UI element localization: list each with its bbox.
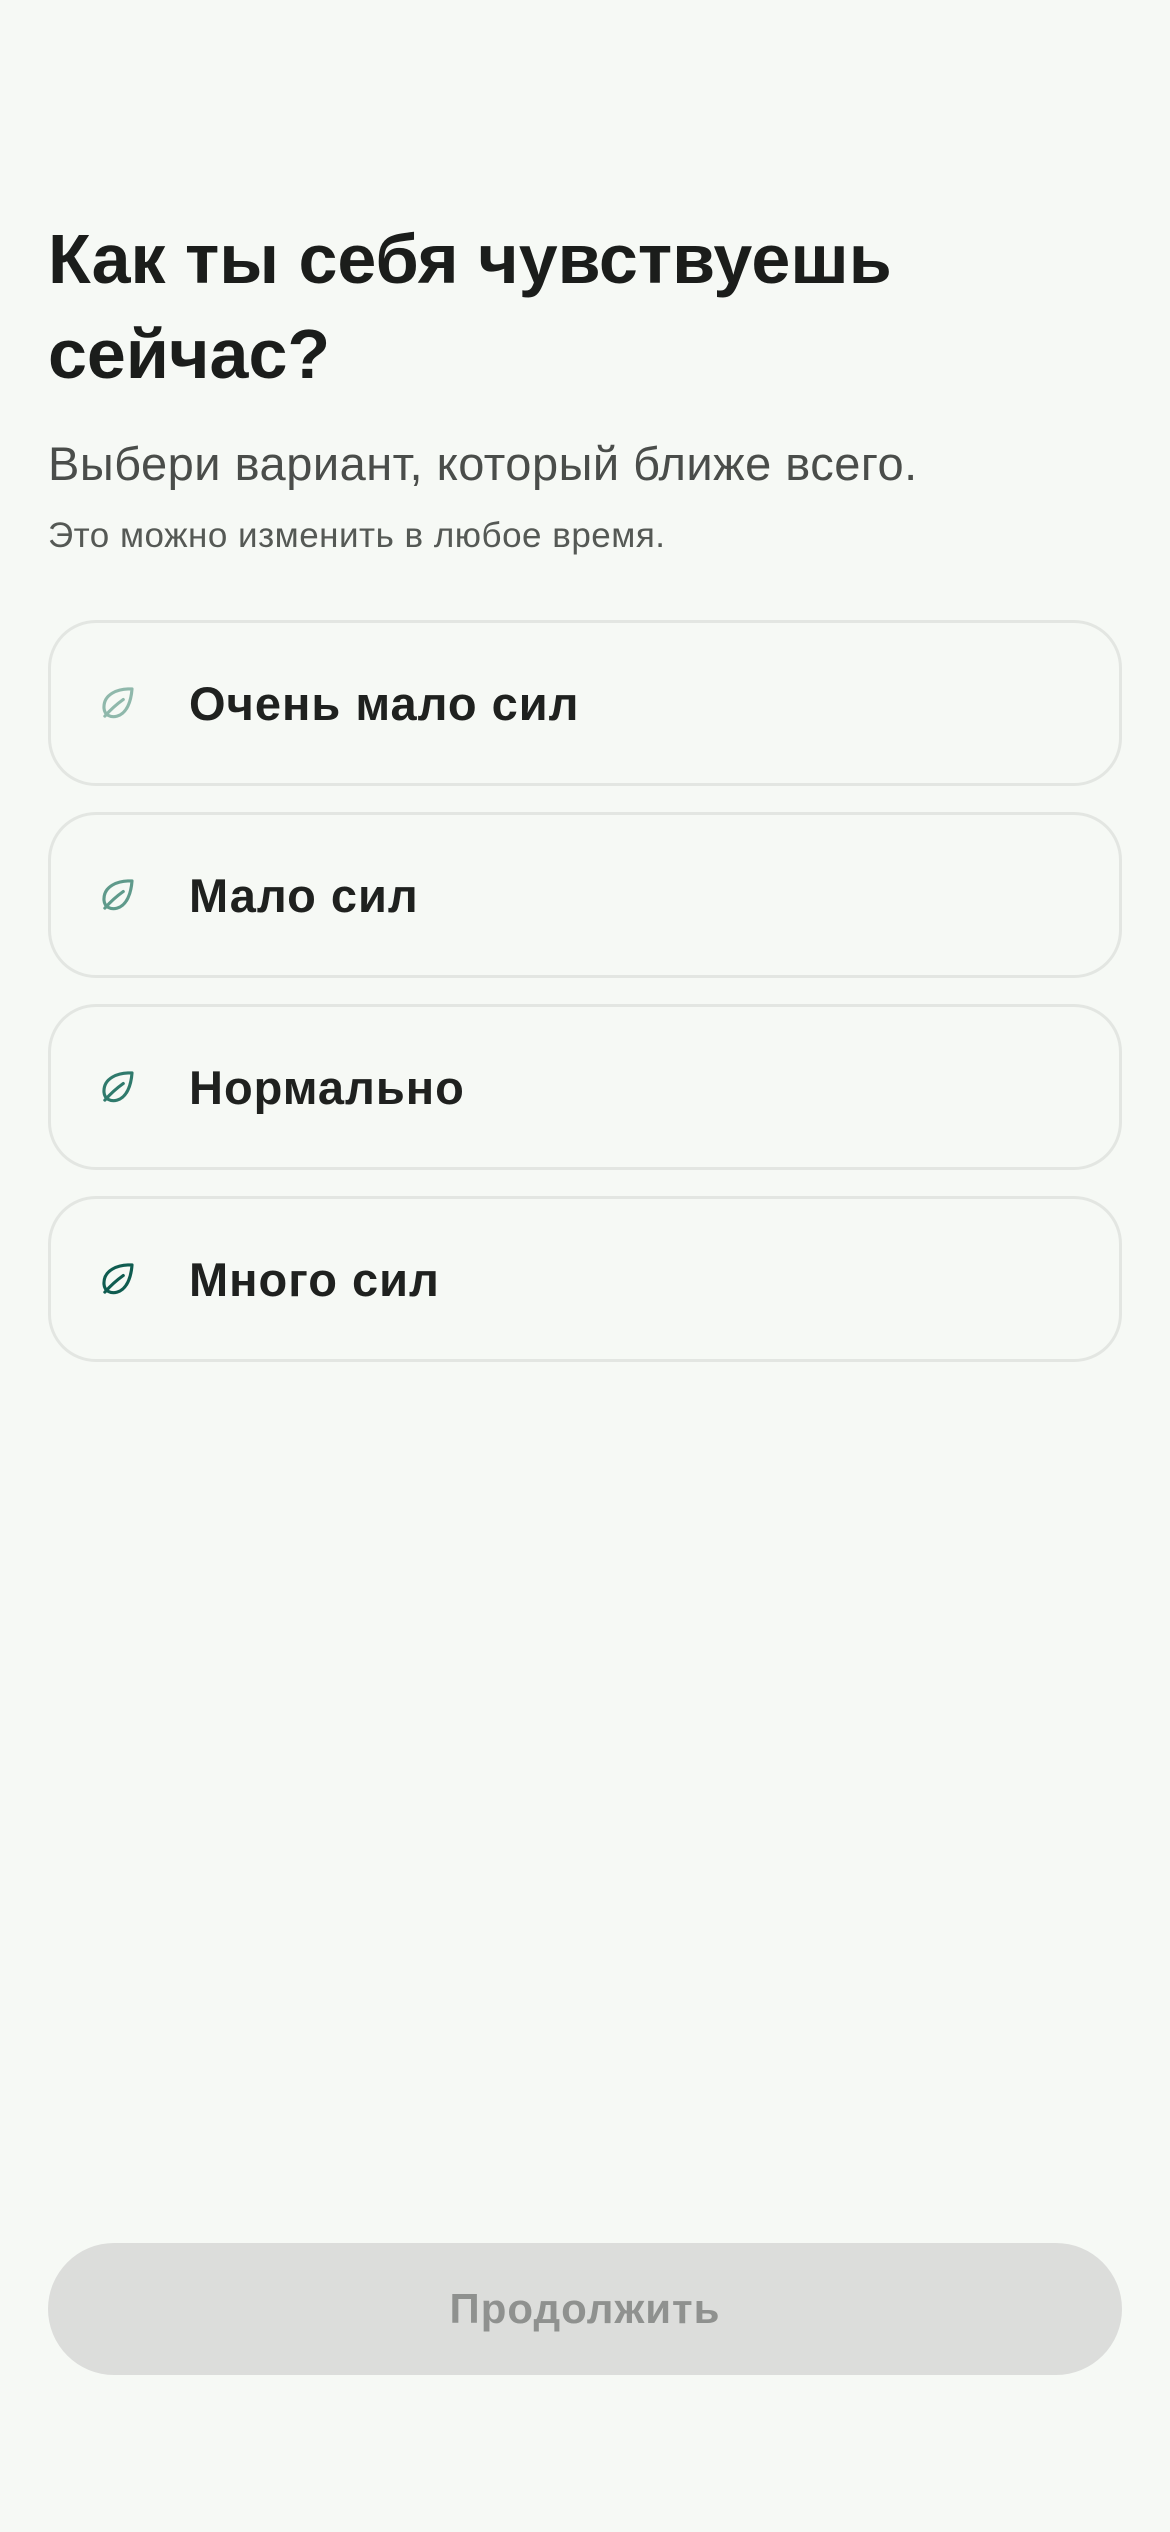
continue-button[interactable]: Продолжить — [48, 2243, 1122, 2375]
option-label: Мало сил — [189, 868, 419, 922]
energy-options-list: Очень мало сил Мало сил Нормально Много … — [48, 620, 1122, 1388]
leaf-icon — [97, 682, 139, 724]
leaf-icon — [97, 1258, 139, 1300]
page-subtitle: Выбери вариант, который ближе всего. — [48, 437, 918, 490]
option-low-energy[interactable]: Мало сил — [48, 812, 1122, 978]
mood-check-screen: Как ты себя чувствуешь сейчас? Выбери ва… — [0, 0, 1170, 2532]
option-normal-energy[interactable]: Нормально — [48, 1004, 1122, 1170]
option-high-energy[interactable]: Много сил — [48, 1196, 1122, 1362]
option-very-low-energy[interactable]: Очень мало сил — [48, 620, 1122, 786]
leaf-icon — [97, 1066, 139, 1108]
page-hint: Это можно изменить в любое время. — [48, 516, 666, 555]
option-label: Много сил — [189, 1252, 440, 1306]
option-label: Очень мало сил — [189, 676, 580, 730]
page-title: Как ты себя чувствуешь сейчас? — [48, 220, 892, 393]
leaf-icon — [97, 874, 139, 916]
option-label: Нормально — [189, 1060, 465, 1114]
